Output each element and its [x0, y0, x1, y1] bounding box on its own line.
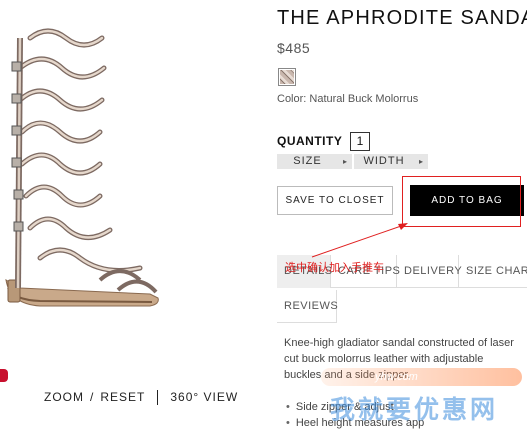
size-select[interactable]: SIZE ▸	[277, 154, 352, 169]
tab-size-chart[interactable]: SIZE CHART	[459, 255, 527, 288]
width-select[interactable]: WIDTH ▸	[354, 154, 428, 169]
width-select-label: WIDTH	[363, 155, 405, 167]
divider	[157, 389, 159, 405]
save-to-closet-button[interactable]: SAVE TO CLOSET	[277, 186, 393, 215]
size-select-label: SIZE	[293, 155, 322, 167]
zoom-button[interactable]: ZOOM	[44, 390, 84, 404]
tab-reviews[interactable]: REVIEWS	[277, 290, 338, 323]
view-360-button[interactable]: 360° VIEW	[170, 390, 238, 404]
annotation-text: 选中确认加入手推车	[285, 262, 384, 274]
watermark-brand: 我就要优惠网	[330, 396, 499, 424]
add-to-bag-button[interactable]: ADD TO BAG	[410, 185, 524, 216]
chevron-right-icon: ▸	[342, 157, 348, 166]
pin-it-icon[interactable]	[0, 369, 8, 382]
color-swatch[interactable]	[278, 68, 296, 86]
zoom-slash: /	[90, 390, 95, 404]
annotation-arrow-icon	[311, 223, 408, 258]
quantity-input[interactable]: 1	[350, 132, 370, 151]
quantity-label: QUANTITY	[277, 134, 343, 148]
reset-button[interactable]: RESET	[100, 390, 145, 404]
product-price: $485	[277, 40, 311, 56]
snakeskin-swatch-icon	[280, 70, 294, 84]
color-label: Color: Natural Buck Molorrus	[277, 93, 419, 105]
product-title: THE APHRODITE SANDAL	[277, 7, 527, 29]
image-controls: ZOOM / RESET 360° VIEW	[44, 389, 238, 405]
watermark-url: yhw.com	[321, 368, 522, 386]
chevron-right-icon: ▸	[418, 157, 424, 166]
product-image-panel: ZOOM / RESET 360° VIEW	[0, 0, 268, 431]
product-image[interactable]	[0, 18, 170, 318]
description-line: Knee-high gladiator sandal constructed o…	[284, 337, 514, 349]
description-line: cut buck molorrus leather with adjustabl…	[284, 353, 484, 365]
